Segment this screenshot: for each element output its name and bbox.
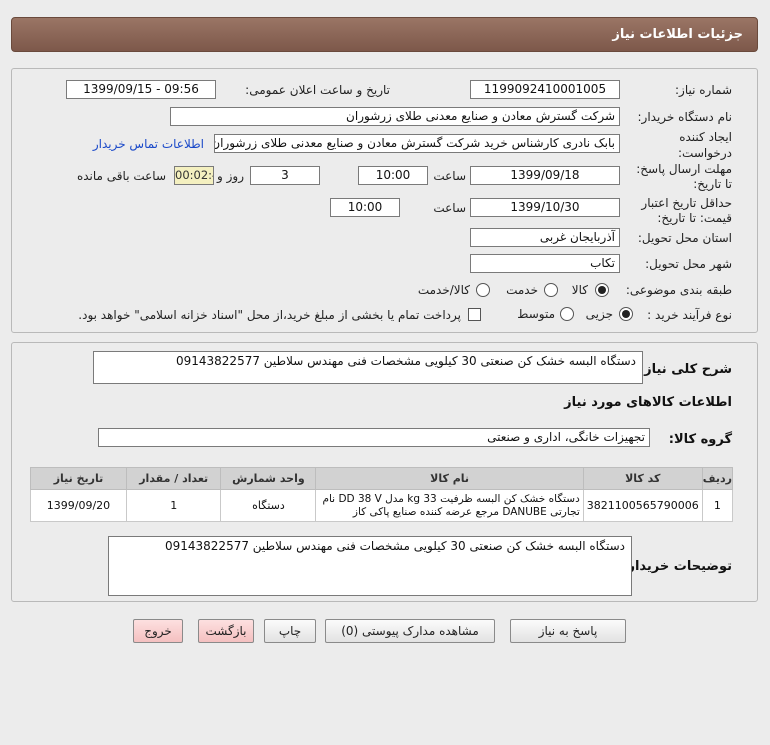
goods-group-field: تجهیزات خانگی، اداری و صنعتی [98,428,650,447]
goods-group-label: گروه کالا: [668,432,732,447]
treasury-payment-note: پرداخت تمام یا بخشی از مبلغ خرید،از محل … [78,308,461,322]
goods-table-header: تاریخ نیاز تعداد / مقدار واحد شمارش نام … [30,467,734,490]
creator-label-line1: ایجاد کننده [679,130,732,144]
announce-date-field: 1399/09/15 - 09:56 [66,80,216,99]
deadline-date-field: 1399/09/18 [470,166,620,185]
col-header-date: تاریخ نیاز [30,467,127,490]
category-radio-goods-service[interactable] [476,283,490,297]
cell-qty: 1 [125,489,222,522]
category-option-goods-service: کالا/خدمت [417,283,470,297]
validity-date-field: 1399/10/30 [470,198,620,217]
province-field: آذربایجان غربی [470,228,620,247]
cell-code: 3821100565790006 [582,489,703,522]
exit-button[interactable]: خروج [133,619,183,643]
col-header-name: نام کالا [315,467,584,490]
process-radio-minor[interactable] [619,307,633,321]
cell-name: دستگاه خشک کن البسه ظرفیت 33 kg مدل DD 3… [315,489,584,522]
print-button[interactable]: چاپ [264,619,316,643]
need-number-field: 1199092410001005 [470,80,620,99]
category-radio-goods[interactable] [595,283,609,297]
category-radio-service[interactable] [544,283,558,297]
days-remaining-field: 3 [250,166,320,185]
buyer-notes-label: توضیحات خریدار: [622,559,732,574]
category-option-service: خدمت [506,283,538,297]
validity-time-label: ساعت [433,201,466,215]
col-header-index: ردیف [701,467,734,490]
category-option-goods: کالا [571,283,588,297]
announce-date-label: تاریخ و ساعت اعلان عمومی: [245,83,390,97]
deadline-label-line1: مهلت ارسال پاسخ: [636,162,732,176]
reply-button[interactable]: پاسخ به نیاز [510,619,626,643]
page-header: جزئیات اطلاعات نیاز [11,17,758,52]
page-title: جزئیات اطلاعات نیاز [612,27,743,42]
remaining-time-label: ساعت باقی مانده [76,169,166,183]
deadline-label-line2: تا تاریخ: [693,177,732,191]
col-header-qty: تعداد / مقدار [125,467,222,490]
buyer-contact-link[interactable]: اطلاعات تماس خریدار [93,137,204,151]
view-attachments-button[interactable]: مشاهده مدارک پیوستی (0) [325,619,495,643]
table-row: 1399/09/20 1 دستگاه دستگاه خشک کن البسه … [30,489,734,522]
buyer-org-label: نام دستگاه خریدار: [637,110,733,124]
validity-time-field: 10:00 [330,198,400,217]
col-header-unit: واحد شمارش [220,467,317,490]
province-label: استان محل تحویل: [637,231,732,245]
back-button[interactable]: بازگشت [198,619,254,643]
need-number-label: شماره نیاز: [675,83,732,97]
deadline-time-field: 10:00 [358,166,428,185]
remaining-time-field: 00:02:41 [174,166,214,185]
deadline-time-label: ساعت [433,169,466,183]
treasury-payment-checkbox[interactable] [468,308,481,321]
col-header-code: کد کالا [582,467,703,490]
city-field: تکاب [470,254,620,273]
cell-index: 1 [701,489,734,522]
process-type-label: نوع فرآیند خرید : [647,308,732,322]
category-label: طبقه بندی موضوعی: [625,283,732,297]
buyer-notes-field: دستگاه البسه خشک کن صنعتی 30 کیلویی مشخص… [108,536,632,596]
goods-table: تاریخ نیاز تعداد / مقدار واحد شمارش نام … [30,467,734,522]
cell-date: 1399/09/20 [30,489,127,522]
creator-label-line2: درخواست: [678,146,732,160]
buyer-org-field: شرکت گسترش معادن و صنایع معدنی طلای زرشو… [170,107,620,126]
validity-label-line2: قیمت: تا تاریخ: [657,211,732,225]
days-label: روز و [217,169,244,183]
creator-field: بابک نادری کارشناس خرید شرکت گسترش معادن… [214,134,620,153]
city-label: شهر محل تحویل: [645,257,732,271]
validity-label-line1: حداقل تاریخ اعتبار [641,196,732,210]
process-option-medium: متوسط [517,307,555,321]
summary-field: دستگاه البسه خشک کن صنعتی 30 کیلویی مشخص… [93,351,643,384]
goods-info-title: اطلاعات کالاهای مورد نیاز [564,395,732,410]
summary-label: شرح کلی نیاز: [638,362,732,377]
process-option-minor: جزیی [585,307,613,321]
process-radio-medium[interactable] [560,307,574,321]
cell-unit: دستگاه [220,489,317,522]
